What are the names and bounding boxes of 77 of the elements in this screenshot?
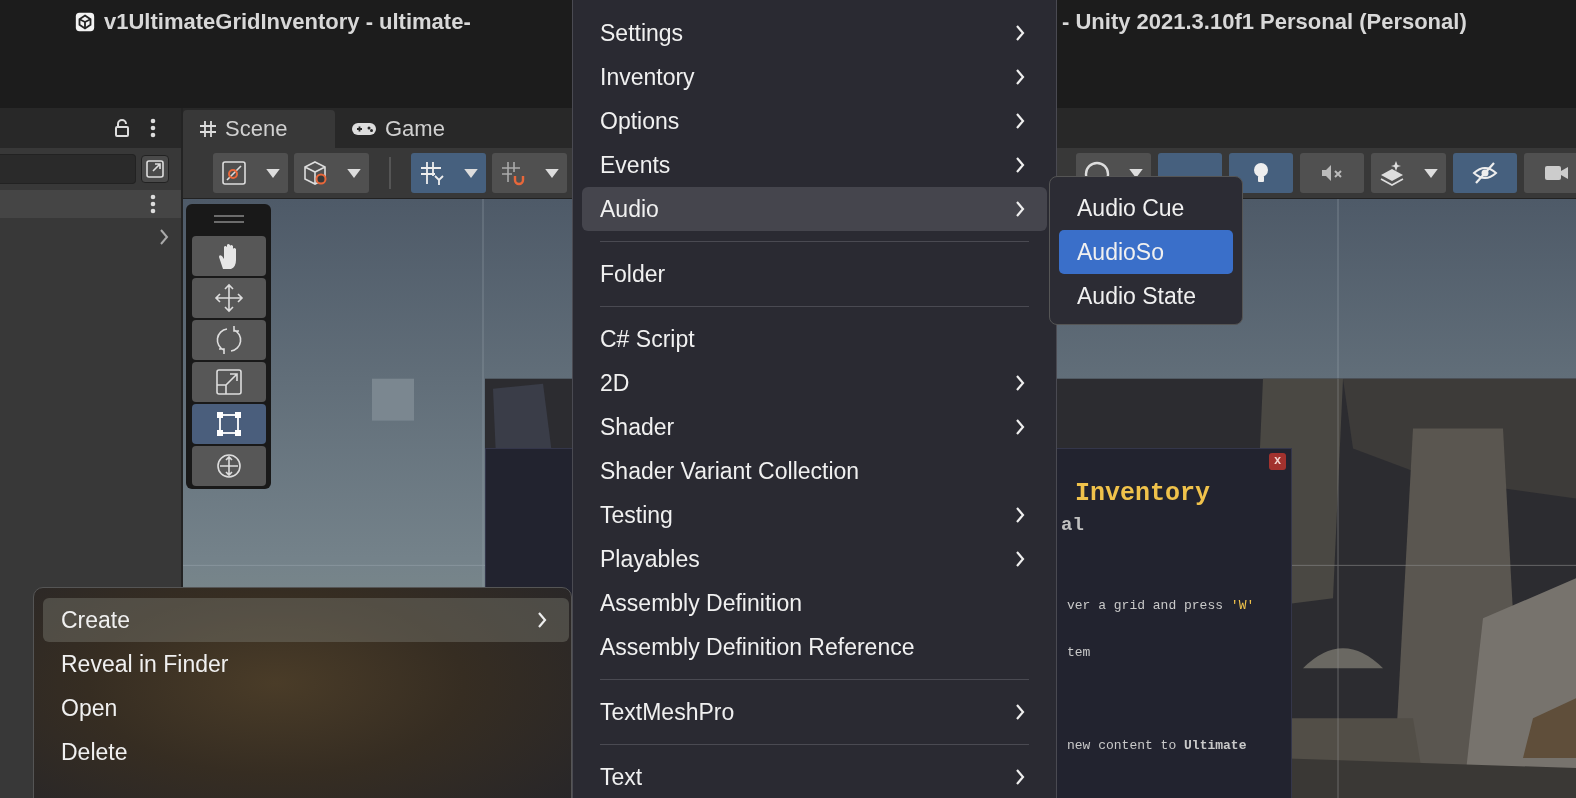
scale-tool-button[interactable] — [191, 362, 266, 402]
grid-icon — [419, 160, 445, 186]
menu-item[interactable]: Delete — [43, 730, 569, 774]
grid-magnet-icon — [500, 160, 526, 186]
visibility-button[interactable] — [1453, 153, 1517, 193]
move-tool-button[interactable] — [191, 278, 266, 318]
menu-item[interactable]: Settings — [582, 11, 1047, 55]
lighting-button[interactable] — [1229, 153, 1293, 193]
window-title: v1UltimateGridInventory - ultimate- — [104, 9, 471, 35]
menu-item[interactable]: Text — [582, 755, 1047, 798]
chevron-icon — [1015, 703, 1025, 721]
popout-button[interactable] — [141, 155, 169, 183]
instruction-text: new content to Ultimate — [1066, 738, 1247, 753]
menu-item[interactable]: 2D — [582, 361, 1047, 405]
menu-item[interactable]: Assembly Definition Reference — [582, 625, 1047, 669]
grid-snap-dropdown[interactable] — [411, 153, 486, 193]
menu-item[interactable]: Audio — [582, 187, 1047, 231]
panel-title: Inventory — [1074, 479, 1211, 508]
menu-item[interactable]: Shader — [582, 405, 1047, 449]
chevron-icon — [1015, 506, 1025, 524]
rect-tool-button[interactable] — [191, 404, 266, 444]
instruction-text: tem — [1066, 645, 1091, 660]
menu-item[interactable]: Testing — [582, 493, 1047, 537]
rotate-tool-button[interactable] — [191, 320, 266, 360]
menu-item[interactable]: Events — [582, 143, 1047, 187]
menu-item[interactable]: Open — [43, 686, 569, 730]
tab[interactable]: Scene — [183, 110, 335, 148]
hand-tool-button[interactable] — [191, 236, 266, 276]
transform-tool-button[interactable] — [191, 446, 266, 486]
eye-slash-icon — [1472, 160, 1498, 186]
chevron-icon — [537, 611, 547, 629]
draw-mode-dropdown[interactable] — [213, 153, 288, 193]
camera-button[interactable] — [1524, 153, 1576, 193]
popout-icon — [145, 159, 165, 179]
move-arrows-icon — [213, 283, 244, 313]
more-options-icon[interactable] — [150, 194, 156, 214]
layers-icon — [1379, 160, 1405, 186]
panel-subtitle: al — [1061, 514, 1084, 536]
menu-item[interactable]: AudioSo — [1059, 230, 1233, 274]
instruction-text: ver a grid and press 'W' — [1066, 598, 1255, 613]
gamepad-icon — [351, 121, 377, 137]
close-button[interactable]: x — [1269, 453, 1286, 470]
menu-item[interactable]: C# Script — [582, 317, 1047, 361]
menu-item[interactable]: Options — [582, 99, 1047, 143]
menu-item[interactable]: Playables — [582, 537, 1047, 581]
effects-dropdown[interactable] — [1371, 153, 1446, 193]
chevron-icon — [1015, 156, 1025, 174]
menu-item[interactable]: Create — [43, 598, 569, 642]
chevron-icon — [1015, 550, 1025, 568]
chevron-icon — [1015, 374, 1025, 392]
chevron-icon — [1015, 24, 1025, 42]
menu-item[interactable]: Assembly Definition — [582, 581, 1047, 625]
menu-item[interactable]: Shader Variant Collection — [582, 449, 1047, 493]
window-title: - Unity 2021.3.10f1 Personal (Personal) — [1062, 9, 1467, 35]
lock-icon[interactable] — [114, 119, 130, 137]
shading-dropdown[interactable] — [294, 153, 369, 193]
menu-item[interactable]: Folder — [582, 252, 1047, 296]
menu-item[interactable]: Reveal in Finder — [43, 642, 569, 686]
tab[interactable]: Game — [335, 110, 465, 148]
audio-button[interactable] — [1300, 153, 1364, 193]
unity-logo-icon — [74, 11, 96, 33]
more-options-icon[interactable] — [150, 118, 156, 138]
scale-icon — [213, 367, 244, 397]
menu-item[interactable]: Audio Cue — [1059, 186, 1233, 230]
cube-icon — [302, 160, 328, 186]
snap-dropdown[interactable] — [492, 153, 567, 193]
chevron-icon — [1015, 200, 1025, 218]
menu-item[interactable]: Inventory — [582, 55, 1047, 99]
chevron-icon — [1015, 768, 1025, 786]
drag-handle-icon[interactable] — [213, 214, 244, 224]
chevron-icon — [1015, 418, 1025, 436]
hash-icon — [199, 120, 217, 138]
chevron-icon — [1015, 112, 1025, 130]
menu-item[interactable]: TextMeshPro — [582, 690, 1047, 734]
chevron-icon[interactable] — [159, 228, 169, 246]
menu-item[interactable]: Audio State — [1059, 274, 1233, 318]
chevron-icon — [1015, 68, 1025, 86]
